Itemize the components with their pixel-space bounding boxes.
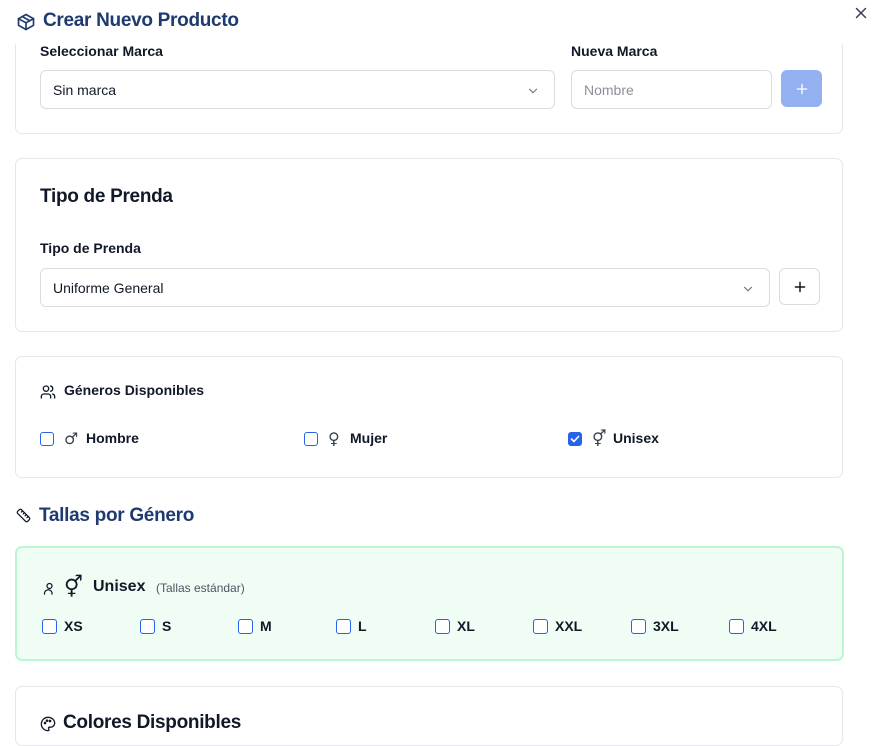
size-checkbox-s[interactable] <box>140 619 155 634</box>
tipo-prenda-label: Tipo de Prenda <box>40 240 141 256</box>
chevron-down-icon <box>528 88 538 94</box>
gender-checkbox-hombre[interactable] <box>40 432 54 446</box>
modal-title: Crear Nuevo Producto <box>43 10 239 31</box>
unisex-icon: ⚥ <box>592 429 607 448</box>
add-tipo-prenda-button[interactable] <box>779 268 820 305</box>
modal-header: Crear Nuevo Producto <box>0 0 883 44</box>
user-icon <box>43 582 53 595</box>
gender-label-hombre: Hombre <box>86 430 139 446</box>
size-label-xl: XL <box>457 618 475 634</box>
size-label-xxl: XXL <box>555 618 583 634</box>
new-brand-label: Nueva Marca <box>571 43 658 59</box>
size-checkbox-xl[interactable] <box>435 619 450 634</box>
ruler-icon <box>16 508 31 523</box>
add-brand-button[interactable] <box>781 70 822 107</box>
tipo-prenda-select-value: Uniforme General <box>53 280 164 296</box>
size-label-xs: XS <box>64 618 83 634</box>
gender-label-unisex: Unisex <box>613 430 659 446</box>
gender-checkbox-unisex[interactable] <box>568 432 582 446</box>
palette-icon <box>40 716 56 732</box>
size-checkbox-m[interactable] <box>238 619 253 634</box>
users-icon <box>40 385 56 399</box>
brand-select[interactable]: Sin marca <box>40 70 555 109</box>
chevron-down-icon <box>743 286 753 292</box>
gender-label-mujer: Mujer <box>350 430 388 446</box>
tallas-title: Tallas por Género <box>39 505 195 526</box>
size-checkbox-l[interactable] <box>336 619 351 634</box>
size-checkbox-4xl[interactable] <box>729 619 744 634</box>
unisex-icon: ⚥ <box>64 575 83 599</box>
female-icon: ♀ <box>328 429 340 448</box>
tipo-prenda-select[interactable]: Uniforme General <box>40 268 770 307</box>
size-label-m: M <box>260 618 272 634</box>
size-label-l: L <box>358 618 367 634</box>
brand-select-value: Sin marca <box>53 82 117 98</box>
generos-card: Géneros Disponibles ♂ Hombre ♀ Mujer ⚥ U… <box>15 356 843 478</box>
size-checkbox-xxl[interactable] <box>533 619 548 634</box>
tallas-unisex-card: ⚥ Unisex (Tallas estándar) XS S M L XL X… <box>15 546 844 661</box>
size-checkbox-xs[interactable] <box>42 619 57 634</box>
new-brand-input[interactable] <box>571 70 772 109</box>
size-label-s: S <box>162 618 172 634</box>
size-checkbox-3xl[interactable] <box>631 619 646 634</box>
package-icon <box>17 13 35 31</box>
generos-title: Géneros Disponibles <box>64 382 205 398</box>
colores-card: Colores Disponibles <box>15 686 843 746</box>
size-label-4xl: 4XL <box>751 618 777 634</box>
select-brand-label: Seleccionar Marca <box>40 43 163 59</box>
plus-icon <box>794 281 805 292</box>
close-icon[interactable] <box>852 4 870 22</box>
tallas-note: (Tallas estándar) <box>156 581 245 595</box>
tallas-gender-label: Unisex <box>93 578 146 595</box>
gender-checkbox-mujer[interactable] <box>304 432 318 446</box>
size-label-3xl: 3XL <box>653 618 679 634</box>
tipo-prenda-card: Tipo de Prenda Tipo de Prenda Uniforme G… <box>15 158 843 332</box>
check-icon <box>570 435 580 443</box>
colores-title: Colores Disponibles <box>63 712 242 733</box>
male-icon: ♂ <box>64 429 79 448</box>
plus-icon <box>796 83 807 94</box>
tipo-prenda-title: Tipo de Prenda <box>40 186 173 207</box>
